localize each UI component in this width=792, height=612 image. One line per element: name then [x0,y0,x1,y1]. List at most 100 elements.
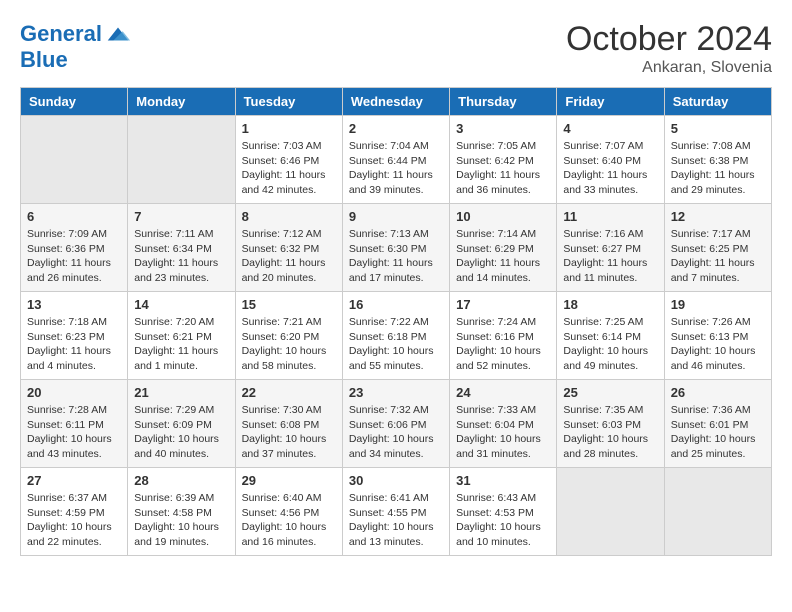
day-info: Sunrise: 7:26 AM Sunset: 6:13 PM Dayligh… [671,315,765,374]
day-info: Sunrise: 7:05 AM Sunset: 6:42 PM Dayligh… [456,139,550,198]
calendar-cell: 16 Sunrise: 7:22 AM Sunset: 6:18 PM Dayli… [342,292,449,380]
day-info: Sunrise: 7:32 AM Sunset: 6:06 PM Dayligh… [349,403,443,462]
calendar-table: SundayMondayTuesdayWednesdayThursdayFrid… [20,87,772,556]
calendar-cell: 24 Sunrise: 7:33 AM Sunset: 6:04 PM Dayli… [450,380,557,468]
day-info: Sunrise: 7:12 AM Sunset: 6:32 PM Dayligh… [242,227,336,286]
calendar-cell: 29Sunrise: 6:40 AM Sunset: 4:56 PM Dayli… [235,468,342,556]
calendar-cell: 15 Sunrise: 7:21 AM Sunset: 6:20 PM Dayli… [235,292,342,380]
day-number: 22 [242,385,336,400]
day-number: 1 [242,121,336,136]
weekday-header-row: SundayMondayTuesdayWednesdayThursdayFrid… [21,88,772,116]
day-info: Sunrise: 7:09 AM Sunset: 6:36 PM Dayligh… [27,227,121,286]
day-info: Sunrise: 7:22 AM Sunset: 6:18 PM Dayligh… [349,315,443,374]
logo-text: General [20,22,102,46]
calendar-cell: 26Sunrise: 7:36 AM Sunset: 6:01 PM Dayli… [664,380,771,468]
calendar-cell [664,468,771,556]
calendar-cell: 17Sunrise: 7:24 AM Sunset: 6:16 PM Dayli… [450,292,557,380]
day-number: 28 [134,473,228,488]
calendar-cell: 20Sunrise: 7:28 AM Sunset: 6:11 PM Dayli… [21,380,128,468]
day-info: Sunrise: 7:11 AM Sunset: 6:34 PM Dayligh… [134,227,228,286]
day-number: 12 [671,209,765,224]
weekday-header: Wednesday [342,88,449,116]
calendar-cell: 10Sunrise: 7:14 AM Sunset: 6:29 PM Dayli… [450,204,557,292]
day-number: 24 [456,385,550,400]
day-number: 2 [349,121,443,136]
calendar-cell: 2 Sunrise: 7:04 AM Sunset: 6:44 PM Daylig… [342,116,449,204]
day-number: 31 [456,473,550,488]
weekday-header: Monday [128,88,235,116]
day-number: 8 [242,209,336,224]
calendar-cell: 4 Sunrise: 7:07 AM Sunset: 6:40 PM Daylig… [557,116,664,204]
day-info: Sunrise: 7:28 AM Sunset: 6:11 PM Dayligh… [27,403,121,462]
logo: General Blue [20,20,132,72]
day-number: 6 [27,209,121,224]
day-number: 23 [349,385,443,400]
day-number: 4 [563,121,657,136]
title-block: October 2024 Ankaran, Slovenia [566,20,772,77]
calendar-cell: 28 Sunrise: 6:39 AM Sunset: 4:58 PM Dayli… [128,468,235,556]
calendar-cell: 19 Sunrise: 7:26 AM Sunset: 6:13 PM Dayli… [664,292,771,380]
weekday-header: Saturday [664,88,771,116]
day-info: Sunrise: 7:18 AM Sunset: 6:23 PM Dayligh… [27,315,121,374]
calendar-week-row: 1Sunrise: 7:03 AM Sunset: 6:46 PM Daylig… [21,116,772,204]
day-number: 16 [349,297,443,312]
calendar-week-row: 13Sunrise: 7:18 AM Sunset: 6:23 PM Dayli… [21,292,772,380]
weekday-header: Thursday [450,88,557,116]
calendar-cell: 12 Sunrise: 7:17 AM Sunset: 6:25 PM Dayli… [664,204,771,292]
day-number: 21 [134,385,228,400]
day-info: Sunrise: 7:04 AM Sunset: 6:44 PM Dayligh… [349,139,443,198]
day-info: Sunrise: 7:07 AM Sunset: 6:40 PM Dayligh… [563,139,657,198]
calendar-week-row: 20Sunrise: 7:28 AM Sunset: 6:11 PM Dayli… [21,380,772,468]
calendar-cell: 18 Sunrise: 7:25 AM Sunset: 6:14 PM Dayli… [557,292,664,380]
day-number: 5 [671,121,765,136]
calendar-cell: 14 Sunrise: 7:20 AM Sunset: 6:21 PM Dayli… [128,292,235,380]
day-number: 18 [563,297,657,312]
day-number: 11 [563,209,657,224]
day-number: 14 [134,297,228,312]
day-info: Sunrise: 6:37 AM Sunset: 4:59 PM Dayligh… [27,491,121,550]
day-number: 27 [27,473,121,488]
calendar-cell [128,116,235,204]
day-info: Sunrise: 7:30 AM Sunset: 6:08 PM Dayligh… [242,403,336,462]
day-info: Sunrise: 7:17 AM Sunset: 6:25 PM Dayligh… [671,227,765,286]
day-number: 19 [671,297,765,312]
calendar-cell: 30 Sunrise: 6:41 AM Sunset: 4:55 PM Dayli… [342,468,449,556]
calendar-cell: 9 Sunrise: 7:13 AM Sunset: 6:30 PM Daylig… [342,204,449,292]
calendar-week-row: 27 Sunrise: 6:37 AM Sunset: 4:59 PM Dayli… [21,468,772,556]
weekday-header: Sunday [21,88,128,116]
day-number: 25 [563,385,657,400]
calendar-cell: 7 Sunrise: 7:11 AM Sunset: 6:34 PM Daylig… [128,204,235,292]
day-number: 26 [671,385,765,400]
weekday-header: Tuesday [235,88,342,116]
day-info: Sunrise: 6:41 AM Sunset: 4:55 PM Dayligh… [349,491,443,550]
calendar-cell: 22 Sunrise: 7:30 AM Sunset: 6:08 PM Dayli… [235,380,342,468]
day-info: Sunrise: 7:13 AM Sunset: 6:30 PM Dayligh… [349,227,443,286]
day-number: 15 [242,297,336,312]
day-info: Sunrise: 7:08 AM Sunset: 6:38 PM Dayligh… [671,139,765,198]
calendar-cell: 8 Sunrise: 7:12 AM Sunset: 6:32 PM Daylig… [235,204,342,292]
day-info: Sunrise: 7:24 AM Sunset: 6:16 PM Dayligh… [456,315,550,374]
calendar-cell: 5 Sunrise: 7:08 AM Sunset: 6:38 PM Daylig… [664,116,771,204]
logo-blue-text: Blue [20,48,132,72]
day-info: Sunrise: 6:39 AM Sunset: 4:58 PM Dayligh… [134,491,228,550]
day-info: Sunrise: 7:33 AM Sunset: 6:04 PM Dayligh… [456,403,550,462]
weekday-header: Friday [557,88,664,116]
day-number: 30 [349,473,443,488]
calendar-cell: 23 Sunrise: 7:32 AM Sunset: 6:06 PM Dayli… [342,380,449,468]
day-info: Sunrise: 7:21 AM Sunset: 6:20 PM Dayligh… [242,315,336,374]
day-info: Sunrise: 7:29 AM Sunset: 6:09 PM Dayligh… [134,403,228,462]
day-number: 9 [349,209,443,224]
calendar-cell: 27 Sunrise: 6:37 AM Sunset: 4:59 PM Dayli… [21,468,128,556]
calendar-cell: 21 Sunrise: 7:29 AM Sunset: 6:09 PM Dayli… [128,380,235,468]
day-info: Sunrise: 7:16 AM Sunset: 6:27 PM Dayligh… [563,227,657,286]
day-number: 7 [134,209,228,224]
day-info: Sunrise: 7:20 AM Sunset: 6:21 PM Dayligh… [134,315,228,374]
calendar-cell: 13Sunrise: 7:18 AM Sunset: 6:23 PM Dayli… [21,292,128,380]
day-info: Sunrise: 7:14 AM Sunset: 6:29 PM Dayligh… [456,227,550,286]
calendar-cell: 11 Sunrise: 7:16 AM Sunset: 6:27 PM Dayli… [557,204,664,292]
day-info: Sunrise: 7:25 AM Sunset: 6:14 PM Dayligh… [563,315,657,374]
day-info: Sunrise: 6:43 AM Sunset: 4:53 PM Dayligh… [456,491,550,550]
day-number: 3 [456,121,550,136]
calendar-cell: 31 Sunrise: 6:43 AM Sunset: 4:53 PM Dayli… [450,468,557,556]
calendar-week-row: 6 Sunrise: 7:09 AM Sunset: 6:36 PM Daylig… [21,204,772,292]
